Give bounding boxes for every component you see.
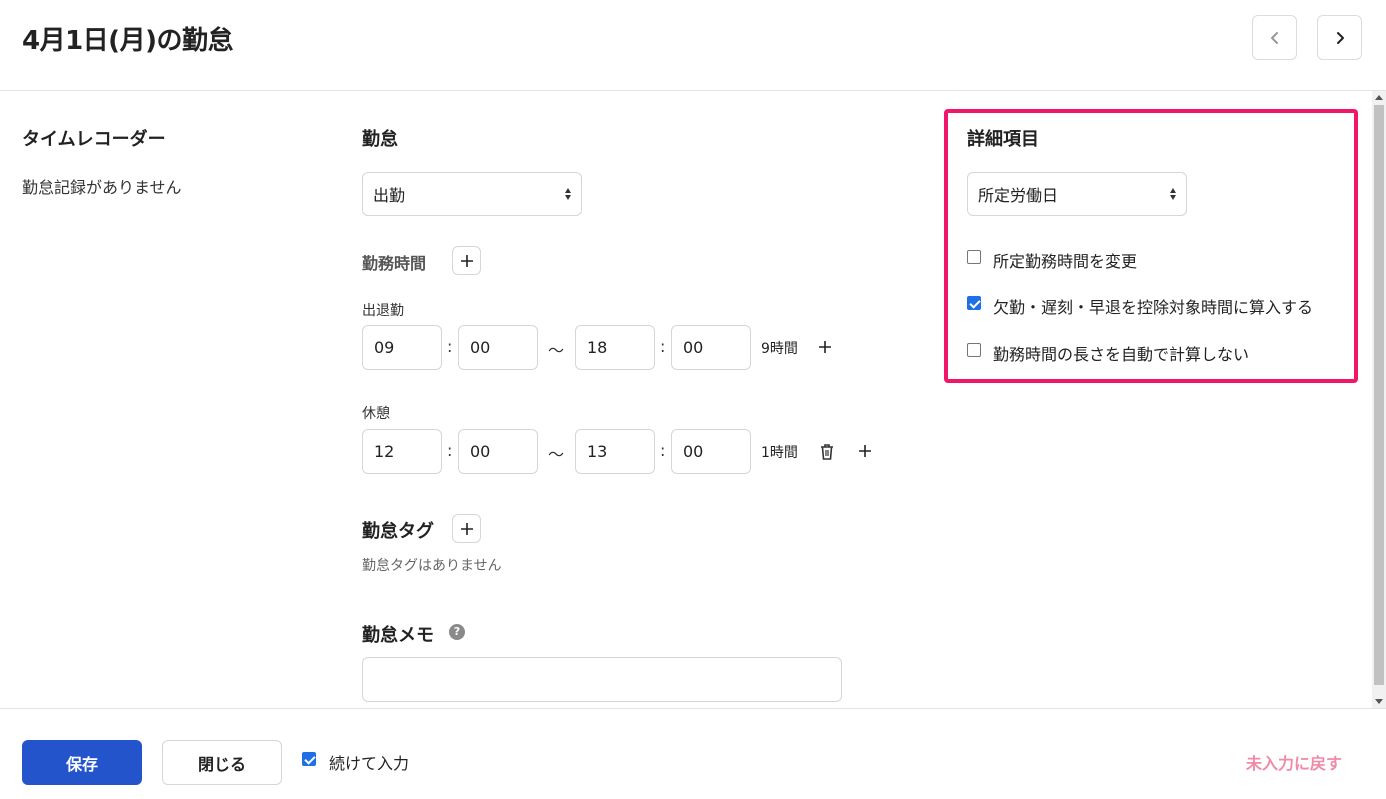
help-icon[interactable]: ? — [449, 624, 465, 640]
time-colon: : — [660, 441, 666, 460]
option-checkbox-no-auto-calc[interactable] — [967, 343, 981, 357]
select-caret-icon — [1170, 186, 1178, 202]
chevron-left-icon — [1270, 31, 1278, 44]
option-label-change-scheduled-time: 所定勤務時間を変更 — [993, 252, 1138, 271]
break-start-hour-input[interactable]: 12 — [362, 429, 442, 474]
scroll-down-arrow-icon[interactable] — [1375, 699, 1383, 704]
continue-input-checkbox[interactable] — [302, 752, 316, 766]
add-shift-button[interactable] — [818, 339, 836, 357]
save-button[interactable]: 保存 — [22, 740, 142, 785]
option-checkbox-change-scheduled-time[interactable] — [967, 250, 981, 264]
revert-to-empty-link[interactable]: 未入力に戻す — [1246, 750, 1342, 774]
attendance-type-value: 出勤 — [373, 186, 406, 205]
attendance-type-select[interactable]: 出勤 — [362, 172, 582, 216]
time-colon: : — [660, 337, 666, 356]
header: 4月1日(月)の勤怠 — [0, 0, 1386, 91]
break-end-hour-input[interactable]: 13 — [575, 429, 655, 474]
details-heading: 詳細項目 — [967, 129, 1039, 150]
add-work-time-button[interactable] — [452, 246, 481, 275]
add-tag-button[interactable] — [452, 514, 481, 543]
plus-icon — [460, 254, 473, 267]
option-checkbox-count-deductions[interactable] — [967, 296, 981, 310]
time-recorder-heading: タイムレコーダー — [22, 129, 166, 150]
time-colon: : — [447, 337, 453, 356]
attendance-heading: 勤怠 — [362, 129, 398, 150]
day-type-select[interactable]: 所定労働日 — [967, 172, 1187, 216]
plus-icon — [460, 522, 473, 535]
plus-icon — [859, 445, 871, 457]
page-title: 4月1日(月)の勤怠 — [22, 26, 233, 56]
shift-end-hour-input[interactable]: 18 — [575, 325, 655, 370]
shift-duration: 9時間 — [761, 341, 798, 357]
break-duration: 1時間 — [761, 445, 798, 461]
work-time-heading: 勤務時間 — [362, 254, 427, 273]
vertical-scrollbar[interactable] — [1372, 91, 1386, 708]
option-label-count-deductions: 欠勤・遅刻・早退を控除対象時間に算入する — [993, 298, 1314, 317]
shift-start-minute-input[interactable]: 00 — [458, 325, 538, 370]
time-range-tilde: 〜 — [548, 341, 565, 360]
break-label: 休憩 — [362, 406, 390, 422]
tags-heading: 勤怠タグ — [362, 521, 434, 542]
close-button[interactable]: 閉じる — [162, 740, 282, 785]
option-label-no-auto-calc: 勤務時間の長さを自動で計算しない — [993, 345, 1250, 364]
add-break-button[interactable] — [858, 443, 876, 461]
footer: 保存 閉じる 続けて入力 未入力に戻す — [0, 708, 1386, 799]
memo-heading: 勤怠メモ — [362, 625, 434, 646]
scrollbar-thumb[interactable] — [1374, 105, 1384, 685]
delete-break-button[interactable] — [819, 443, 835, 461]
previous-day-button[interactable] — [1252, 15, 1297, 60]
select-caret-icon — [565, 186, 573, 202]
time-range-tilde: 〜 — [548, 445, 565, 464]
scroll-up-arrow-icon[interactable] — [1375, 95, 1383, 100]
tags-empty-text: 勤怠タグはありません — [362, 558, 502, 574]
time-colon: : — [447, 441, 453, 460]
break-start-minute-input[interactable]: 00 — [458, 429, 538, 474]
next-day-button[interactable] — [1317, 15, 1362, 60]
chevron-right-icon — [1336, 31, 1344, 44]
content-area: タイムレコーダー 勤怠記録がありません 勤怠 出勤 勤務時間 出退勤 09 : … — [0, 91, 1386, 708]
trash-icon — [821, 444, 833, 460]
day-type-value: 所定労働日 — [978, 186, 1059, 205]
continue-input-label: 続けて入力 — [329, 754, 410, 773]
time-recorder-empty-text: 勤怠記録がありません — [22, 178, 182, 197]
plus-icon — [819, 341, 831, 353]
shift-end-minute-input[interactable]: 00 — [671, 325, 751, 370]
shift-label: 出退勤 — [362, 303, 404, 319]
break-end-minute-input[interactable]: 00 — [671, 429, 751, 474]
memo-input[interactable] — [362, 657, 842, 702]
shift-start-hour-input[interactable]: 09 — [362, 325, 442, 370]
